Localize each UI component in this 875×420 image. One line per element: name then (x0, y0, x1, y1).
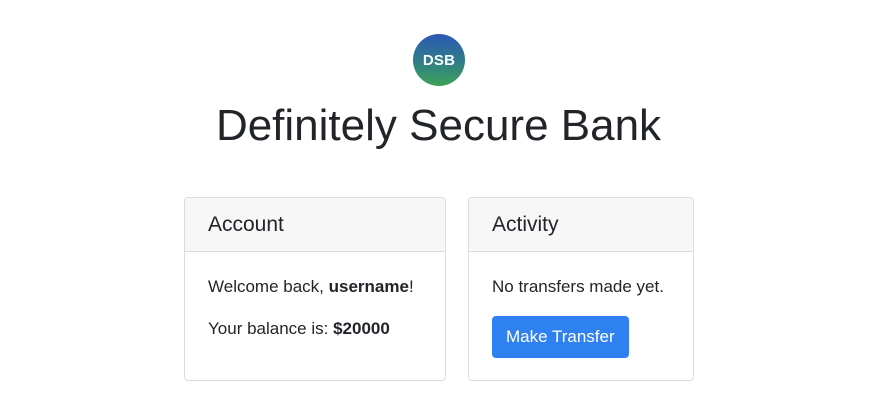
activity-card-header: Activity (469, 198, 693, 252)
make-transfer-button[interactable]: Make Transfer (492, 316, 629, 358)
username-text: username (328, 277, 409, 296)
bank-logo: DSB (413, 34, 465, 86)
balance-label: Your balance is: (208, 319, 334, 338)
activity-card: Activity No transfers made yet. Make Tra… (468, 197, 694, 381)
welcome-prefix: Welcome back, (208, 277, 329, 296)
page: DSB Definitely Secure Bank Account Welco… (0, 0, 875, 420)
welcome-suffix: ! (408, 277, 414, 296)
page-title: Definitely Secure Bank (215, 101, 662, 150)
activity-card-body: No transfers made yet. Make Transfer (469, 252, 693, 358)
welcome-message: Welcome back, username! (208, 275, 423, 299)
account-card-body: Welcome back, username! Your balance is:… (185, 252, 445, 341)
activity-status: No transfers made yet. (492, 277, 664, 296)
account-header-label: Account (208, 212, 284, 236)
logo-text: DSB (422, 51, 456, 69)
balance-value: $20000 (333, 319, 390, 338)
activity-header-label: Activity (492, 212, 559, 236)
balance-line: Your balance is: $20000 (208, 317, 423, 341)
account-card-header: Account (185, 198, 445, 252)
account-card: Account Welcome back, username! Your bal… (184, 197, 446, 381)
